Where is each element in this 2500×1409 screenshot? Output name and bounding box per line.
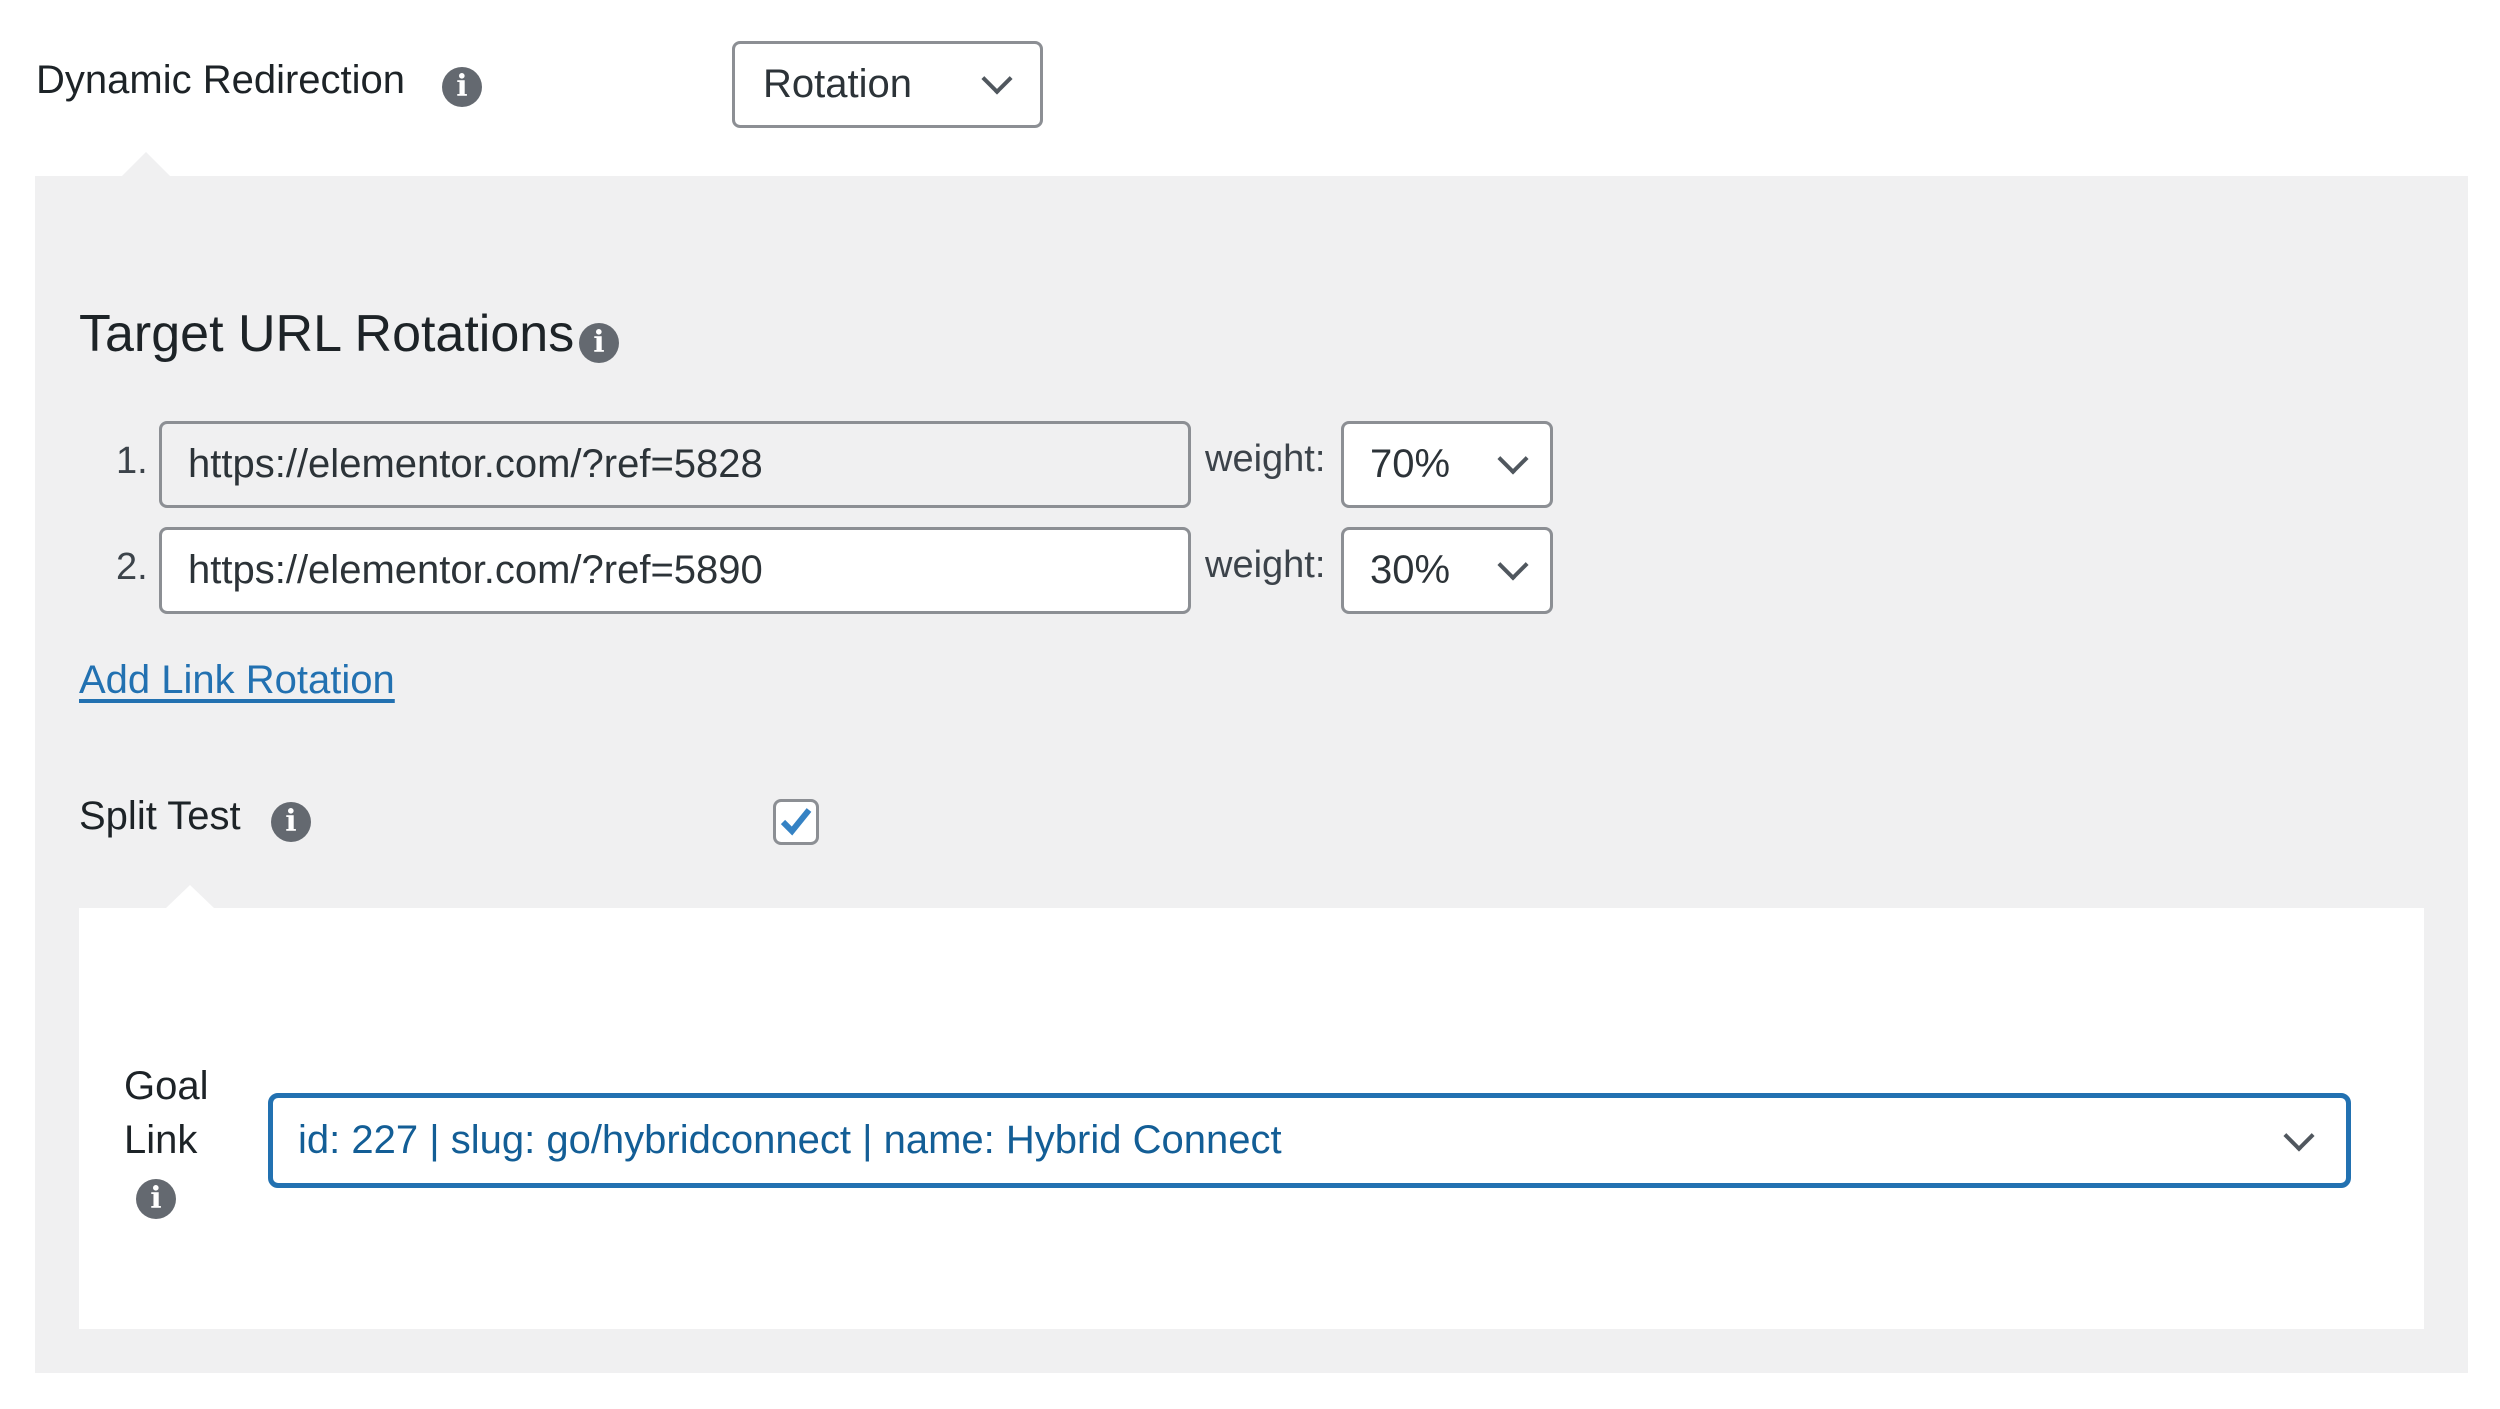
checkmark-icon <box>780 808 812 836</box>
info-icon[interactable]: i <box>271 802 311 842</box>
dynamic-redirection-select[interactable]: Rotation <box>732 41 1043 128</box>
info-icon[interactable]: i <box>579 323 619 363</box>
rotation-row-number: 2. <box>116 546 148 588</box>
weight-label: weight: <box>1205 544 1326 586</box>
rotation-weight-value: 30% <box>1370 548 1451 592</box>
goal-link-label-line1: Goal <box>124 1064 209 1108</box>
info-icon[interactable]: i <box>136 1179 176 1219</box>
dynamic-redirection-label: Dynamic Redirection <box>36 58 406 102</box>
target-url-rotations-heading: Target URL Rotations <box>79 305 575 363</box>
chevron-down-icon <box>1497 549 1529 581</box>
rotation-url-input[interactable]: https://elementor.com/?ref=5890 <box>159 527 1191 614</box>
panel-notch <box>122 152 170 176</box>
panel-notch <box>166 885 214 908</box>
weight-label: weight: <box>1205 438 1326 480</box>
rotation-weight-value: 70% <box>1370 442 1451 486</box>
add-link-rotation-link[interactable]: Add Link Rotation <box>79 658 395 703</box>
split-test-label: Split Test <box>79 794 241 838</box>
dynamic-redirection-select-value: Rotation <box>763 62 912 106</box>
rotation-weight-select[interactable]: 70% <box>1341 421 1553 508</box>
rotation-url-input[interactable]: https://elementor.com/?ref=5828 <box>159 421 1191 508</box>
chevron-down-icon <box>2283 1120 2315 1152</box>
goal-link-select[interactable]: id: 227 | slug: go/hybridconnect | name:… <box>268 1093 2351 1188</box>
goal-link-label-line2: Link <box>124 1118 198 1162</box>
goal-link-select-value: id: 227 | slug: go/hybridconnect | name:… <box>298 1118 1282 1162</box>
chevron-down-icon <box>1497 443 1529 475</box>
split-test-checkbox[interactable] <box>773 799 819 845</box>
rotation-row-number: 1. <box>116 440 148 482</box>
chevron-down-icon <box>981 63 1013 95</box>
rotation-weight-select[interactable]: 30% <box>1341 527 1553 614</box>
info-icon[interactable]: i <box>442 67 482 107</box>
